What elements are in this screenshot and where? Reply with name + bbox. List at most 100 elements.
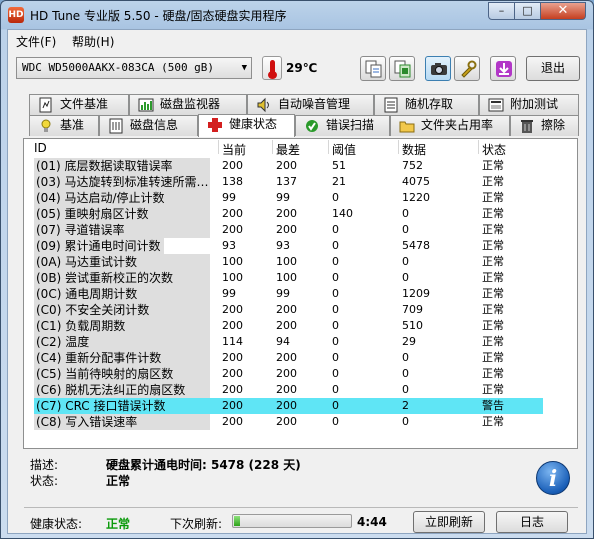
table-row[interactable]: (05) 重映射扇区计数 200 200 140 0 正常 xyxy=(34,206,543,222)
table-row[interactable]: (0B) 尝试重新校正的次数 100 100 0 0 正常 xyxy=(34,270,543,286)
log-button[interactable]: 日志 xyxy=(496,511,568,533)
temperature-readout: 29℃ xyxy=(286,61,318,75)
row-data: 0 xyxy=(402,367,409,380)
screenshot-button[interactable] xyxy=(425,56,451,81)
row-status: 正常 xyxy=(482,207,504,220)
row-attribute-name: (C0) 不安全关闭计数 xyxy=(34,302,210,318)
table-row[interactable]: (C2) 温度 114 94 0 29 正常 xyxy=(34,334,543,350)
drive-select[interactable]: WDC WD5000AAKX-083CA (500 gB) ▼ xyxy=(16,57,252,79)
tab-file-benchmark[interactable]: 文件基准 xyxy=(29,94,129,115)
tab-folder-usage[interactable]: 文件夹占用率 xyxy=(390,115,510,136)
tab-benchmark[interactable]: 基准 xyxy=(29,115,99,136)
row-threshold: 0 xyxy=(332,383,339,396)
exit-button[interactable]: 退出 xyxy=(526,56,580,81)
row-current: 200 xyxy=(222,399,243,412)
row-threshold: 0 xyxy=(332,191,339,204)
app-window: HD HD Tune 专业版 5.50 - 硬盘/固态硬盘实用程序 – □ ✕ … xyxy=(0,0,594,539)
row-status: 正常 xyxy=(482,303,504,316)
row-current: 100 xyxy=(222,271,243,284)
col-data[interactable]: 数据 xyxy=(402,141,426,158)
tab-extra-tests[interactable]: 附加测试 xyxy=(479,94,579,115)
refresh-now-button[interactable]: 立即刷新 xyxy=(413,511,485,533)
copy-screenshot-icon xyxy=(394,60,411,78)
col-id[interactable]: ID xyxy=(34,141,47,155)
row-attribute-name: (C6) 脱机无法纠正的扇区数 xyxy=(34,382,210,398)
close-button[interactable]: ✕ xyxy=(540,2,586,20)
title-bar[interactable]: HD HD Tune 专业版 5.50 - 硬盘/固态硬盘实用程序 – □ ✕ xyxy=(1,1,593,29)
table-row[interactable]: (C4) 重新分配事件计数 200 200 0 0 正常 xyxy=(34,350,543,366)
table-row[interactable]: (0C) 通电周期计数 99 99 0 1209 正常 xyxy=(34,286,543,302)
tab-label: 随机存取 xyxy=(405,97,454,111)
tab-label: 磁盘监视器 xyxy=(160,97,221,111)
tab-random-access[interactable]: 随机存取 xyxy=(374,94,479,115)
table-row[interactable]: (C0) 不安全关闭计数 200 200 0 709 正常 xyxy=(34,302,543,318)
row-worst: 200 xyxy=(276,223,297,236)
row-current: 114 xyxy=(222,335,243,348)
row-worst: 200 xyxy=(276,399,297,412)
copy-info-button[interactable] xyxy=(360,56,386,81)
row-status: 正常 xyxy=(482,191,504,204)
table-row[interactable]: (07) 寻道错误率 200 200 0 0 正常 xyxy=(34,222,543,238)
menu-help[interactable]: 帮助(H) xyxy=(72,33,114,50)
tab-error-scan[interactable]: 错误扫描 xyxy=(295,115,390,136)
table-row[interactable]: (C6) 脱机无法纠正的扇区数 200 200 0 0 正常 xyxy=(34,382,543,398)
row-status: 正常 xyxy=(482,383,504,396)
tab-erase[interactable]: 擦除 xyxy=(510,115,579,136)
table-row[interactable]: (01) 底层数据读取错误率 200 200 51 752 正常 xyxy=(34,158,543,174)
table-row[interactable]: (03) 马达旋转到标准转速所需… 138 137 21 4075 正常 xyxy=(34,174,543,190)
row-worst: 200 xyxy=(276,303,297,316)
row-worst: 200 xyxy=(276,383,297,396)
table-row[interactable]: (C8) 写入错误速率 200 200 0 0 正常 xyxy=(34,414,543,430)
row-data: 2 xyxy=(402,399,409,412)
row-worst: 200 xyxy=(276,319,297,332)
tab-disk-monitor[interactable]: 磁盘监视器 xyxy=(129,94,247,115)
col-worst[interactable]: 最差 xyxy=(276,141,300,158)
menu-file[interactable]: 文件(F) xyxy=(16,33,56,50)
refresh-progress-bar xyxy=(232,514,352,528)
row-attribute-name: (C5) 当前待映射的扇区数 xyxy=(34,366,210,382)
row-data: 29 xyxy=(402,335,416,348)
row-status: 正常 xyxy=(482,175,504,188)
row-threshold: 0 xyxy=(332,239,339,252)
table-row[interactable]: (0A) 马达重试计数 100 100 0 0 正常 xyxy=(34,254,543,270)
col-threshold[interactable]: 阈值 xyxy=(332,141,356,158)
table-row[interactable]: (C7) CRC 接口错误计数 200 200 0 2 警告 xyxy=(34,398,543,414)
description-value: 硬盘累计通电时间: 5478 (228 天) xyxy=(106,458,301,472)
tab-disk-info[interactable]: 磁盘信息 xyxy=(99,115,198,136)
minimize-button[interactable]: – xyxy=(488,2,515,20)
row-worst: 93 xyxy=(276,239,290,252)
row-data: 0 xyxy=(402,271,409,284)
row-data: 510 xyxy=(402,319,423,332)
tab-label: 基准 xyxy=(60,118,85,132)
row-threshold: 0 xyxy=(332,271,339,284)
row-threshold: 0 xyxy=(332,415,339,428)
row-attribute-name: (C1) 负载周期数 xyxy=(34,318,210,334)
row-status: 正常 xyxy=(482,223,504,236)
copy-info-icon xyxy=(365,60,382,78)
row-worst: 200 xyxy=(276,351,297,364)
table-row[interactable]: (C1) 负载周期数 200 200 0 510 正常 xyxy=(34,318,543,334)
table-row[interactable]: (C5) 当前待映射的扇区数 200 200 0 0 正常 xyxy=(34,366,543,382)
speaker-icon xyxy=(257,97,269,113)
options-button[interactable] xyxy=(454,56,480,81)
info-icon[interactable]: i xyxy=(536,461,570,495)
col-current[interactable]: 当前 xyxy=(222,141,246,158)
status-label: 状态: xyxy=(30,474,59,488)
health-value: 正常 xyxy=(106,517,131,531)
next-refresh-label: 下次刷新: xyxy=(170,517,223,531)
row-data: 5478 xyxy=(402,239,430,252)
table-row[interactable]: (09) 累计通电时间计数 93 93 0 5478 正常 xyxy=(34,238,543,254)
maximize-button[interactable]: □ xyxy=(514,2,541,20)
divider xyxy=(24,507,578,508)
save-button[interactable] xyxy=(490,56,516,81)
col-status[interactable]: 状态 xyxy=(482,141,506,158)
row-current: 200 xyxy=(222,383,243,396)
tab-noise-management[interactable]: 自动噪音管理 xyxy=(247,94,374,115)
row-status: 警告 xyxy=(482,399,504,412)
tab-label: 附加测试 xyxy=(510,97,559,111)
table-row[interactable]: (04) 马达启动/停止计数 99 99 0 1220 正常 xyxy=(34,190,543,206)
tab-health[interactable]: 健康状态 xyxy=(198,114,295,137)
copy-screenshot-button[interactable] xyxy=(389,56,415,81)
row-current: 200 xyxy=(222,159,243,172)
toolbar: WDC WD5000AAKX-083CA (500 gB) ▼ 29℃ 退出 xyxy=(8,51,586,89)
